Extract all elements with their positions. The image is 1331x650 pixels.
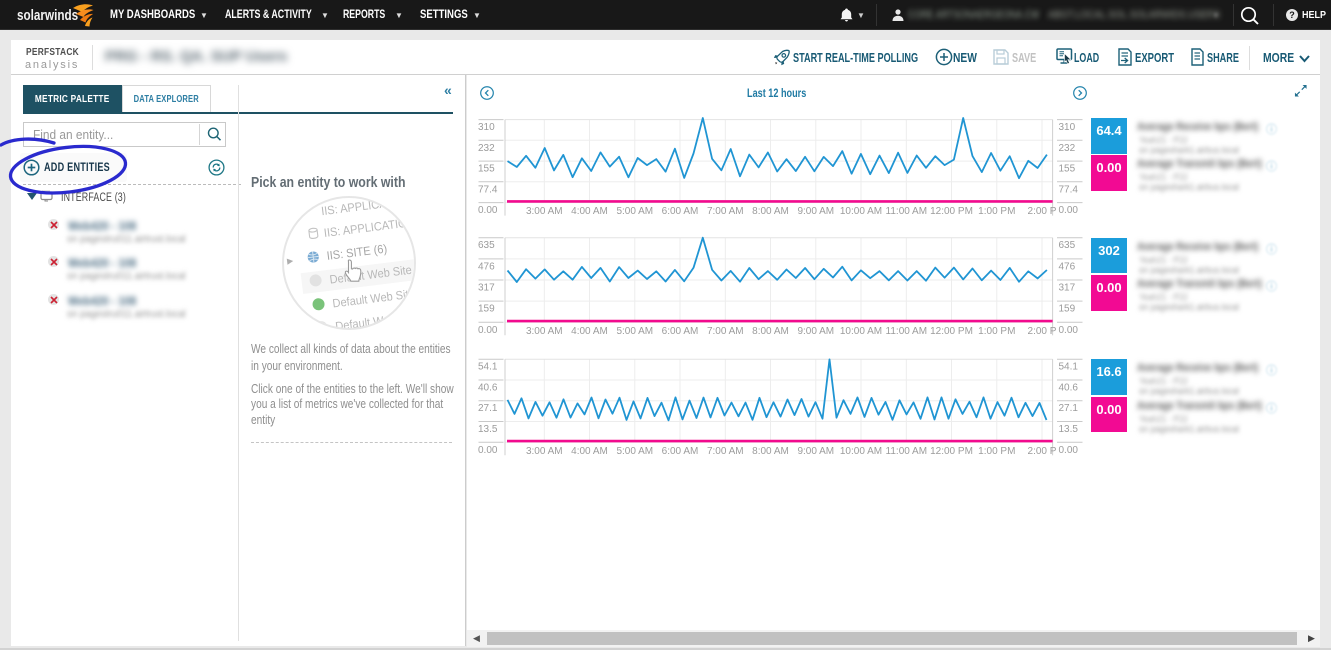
svg-text:6:00 AM: 6:00 AM [662, 206, 699, 217]
svg-text:12:00 PM: 12:00 PM [930, 446, 973, 457]
svg-text:13.5: 13.5 [478, 424, 498, 435]
svg-text:27.1: 27.1 [478, 403, 498, 414]
svg-text:5:00 AM: 5:00 AM [616, 206, 653, 217]
svg-text:54.1: 54.1 [478, 362, 498, 373]
svg-text:9:00 AM: 9:00 AM [797, 326, 834, 337]
svg-text:0.00: 0.00 [1059, 445, 1079, 456]
svg-text:476: 476 [478, 261, 495, 272]
svg-text:2:00 P: 2:00 P [1028, 326, 1057, 337]
svg-text:77.4: 77.4 [1059, 184, 1079, 195]
svg-text:476: 476 [1059, 261, 1076, 272]
svg-text:232: 232 [1059, 143, 1076, 154]
svg-text:1:00 PM: 1:00 PM [978, 446, 1015, 457]
svg-text:232: 232 [478, 143, 495, 154]
svg-text:159: 159 [478, 304, 495, 315]
svg-text:8:00 AM: 8:00 AM [752, 326, 789, 337]
svg-text:4:00 AM: 4:00 AM [571, 206, 608, 217]
svg-text:8:00 AM: 8:00 AM [752, 446, 789, 457]
svg-text:2:00 P: 2:00 P [1028, 206, 1057, 217]
svg-text:10:00 AM: 10:00 AM [840, 206, 882, 217]
svg-text:155: 155 [478, 164, 495, 175]
svg-text:54.1: 54.1 [1059, 362, 1079, 373]
svg-text:3:00 AM: 3:00 AM [526, 446, 563, 457]
svg-text:1:00 PM: 1:00 PM [978, 326, 1015, 337]
svg-text:0.00: 0.00 [478, 325, 498, 336]
svg-text:3:00 AM: 3:00 AM [526, 206, 563, 217]
svg-text:0.00: 0.00 [1059, 325, 1079, 336]
svg-text:4:00 AM: 4:00 AM [571, 326, 608, 337]
svg-text:6:00 AM: 6:00 AM [662, 326, 699, 337]
svg-text:5:00 AM: 5:00 AM [616, 446, 653, 457]
svg-text:317: 317 [478, 283, 495, 294]
svg-text:7:00 AM: 7:00 AM [707, 326, 744, 337]
svg-text:11:00 AM: 11:00 AM [886, 446, 928, 457]
svg-text:7:00 AM: 7:00 AM [707, 206, 744, 217]
svg-text:310: 310 [1059, 122, 1076, 133]
svg-text:5:00 AM: 5:00 AM [616, 326, 653, 337]
svg-text:40.6: 40.6 [478, 383, 498, 394]
svg-text:0.00: 0.00 [478, 445, 498, 456]
svg-text:12:00 PM: 12:00 PM [930, 206, 973, 217]
svg-text:159: 159 [1059, 304, 1076, 315]
svg-text:1:00 PM: 1:00 PM [978, 206, 1015, 217]
svg-text:10:00 AM: 10:00 AM [840, 326, 882, 337]
svg-text:40.6: 40.6 [1059, 383, 1079, 394]
svg-text:27.1: 27.1 [1059, 403, 1079, 414]
svg-text:9:00 AM: 9:00 AM [797, 446, 834, 457]
svg-text:13.5: 13.5 [1059, 424, 1079, 435]
svg-text:10:00 AM: 10:00 AM [840, 446, 882, 457]
svg-text:77.4: 77.4 [478, 184, 498, 195]
svg-text:7:00 AM: 7:00 AM [707, 446, 744, 457]
svg-text:11:00 AM: 11:00 AM [886, 206, 928, 217]
svg-text:3:00 AM: 3:00 AM [526, 326, 563, 337]
svg-text:11:00 AM: 11:00 AM [886, 326, 928, 337]
svg-text:0.00: 0.00 [478, 205, 498, 216]
svg-text:4:00 AM: 4:00 AM [571, 446, 608, 457]
svg-text:635: 635 [1059, 240, 1076, 251]
svg-text:317: 317 [1059, 283, 1076, 294]
svg-text:2:00 P: 2:00 P [1028, 446, 1057, 457]
svg-text:8:00 AM: 8:00 AM [752, 206, 789, 217]
svg-text:310: 310 [478, 122, 495, 133]
svg-text:635: 635 [478, 240, 495, 251]
svg-text:6:00 AM: 6:00 AM [662, 446, 699, 457]
svg-text:12:00 PM: 12:00 PM [930, 326, 973, 337]
svg-text:0.00: 0.00 [1059, 205, 1079, 216]
svg-text:9:00 AM: 9:00 AM [797, 206, 834, 217]
svg-text:155: 155 [1059, 164, 1076, 175]
